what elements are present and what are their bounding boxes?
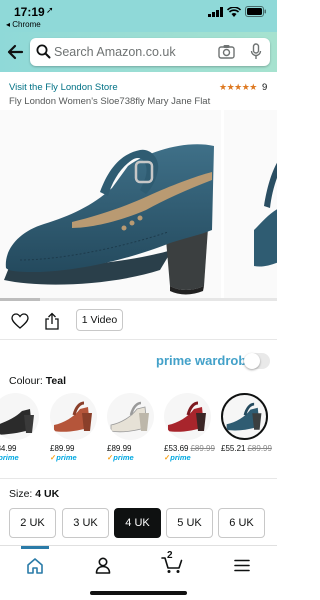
wishlist-button[interactable] — [8, 310, 32, 332]
active-tab-indicator — [21, 546, 49, 549]
store-link[interactable]: Visit the Fly London Store — [9, 82, 118, 93]
size-selection: Size: 4 UK — [9, 488, 59, 500]
prime-badge: ✓prime — [164, 453, 191, 462]
rating-count[interactable]: 9 — [262, 82, 267, 93]
prime-badge: ✓prime — [107, 453, 134, 462]
swatch-image — [164, 393, 211, 440]
product-actions: 1 Video — [0, 308, 277, 334]
menu-icon — [234, 559, 250, 571]
search-icon — [36, 44, 51, 59]
swatch-image — [0, 393, 39, 440]
prime-badge: ✓prime — [0, 453, 19, 462]
swatch-black[interactable]: £84.99 ✓prime — [0, 393, 42, 462]
colour-swatches: £84.99 ✓prime £89.99 ✓prime £89.99 ✓prim… — [0, 393, 277, 473]
search-input[interactable] — [54, 43, 204, 61]
size-option-4uk[interactable]: 4 UK — [114, 508, 161, 538]
teal-mary-jane-shoe-image — [4, 144, 215, 295]
prime-badge: ✓prime — [50, 453, 77, 462]
section-divider — [0, 478, 277, 479]
swatch-image — [50, 393, 97, 440]
search-header — [0, 32, 277, 72]
prime-wardrobe-toggle[interactable] — [244, 353, 270, 369]
swatch-price: £89.99 — [50, 444, 75, 453]
share-button[interactable] — [40, 310, 64, 332]
bottom-navigation: 2 — [0, 545, 277, 581]
share-icon — [45, 312, 59, 330]
product-image[interactable] — [0, 110, 221, 298]
swatch-image — [221, 393, 268, 440]
product-title: Fly London Women's Sloe738fly Mary Jane … — [9, 96, 211, 107]
swatch-off-white[interactable]: £89.99 ✓prime — [107, 393, 157, 462]
status-time: 17:19 — [14, 5, 45, 19]
size-value: 4 UK — [35, 488, 60, 500]
product-image-carousel[interactable] — [0, 110, 277, 298]
status-bar: 17:19 ➚ ◂ Chrome — [0, 0, 277, 32]
swatch-rust[interactable]: £89.99 ✓prime — [50, 393, 100, 462]
search-bar[interactable] — [30, 38, 270, 66]
battery-icon — [245, 6, 266, 17]
nav-menu[interactable] — [228, 552, 256, 578]
colour-selection: Colour: Teal — [9, 375, 66, 387]
home-indicator-bar — [90, 591, 187, 595]
account-icon — [95, 556, 111, 574]
prime-wardrobe-label: prime wardrobe — [156, 353, 254, 368]
heart-icon — [11, 313, 29, 329]
swatch-price: £53.69 £89.99 — [164, 444, 215, 453]
microphone-icon[interactable] — [250, 43, 262, 60]
size-option-2uk[interactable]: 2 UK — [9, 508, 56, 538]
location-arrow-icon: ➚ — [46, 5, 54, 15]
wifi-icon — [227, 6, 241, 17]
store-rating-row: Visit the Fly London Store ★★★★★ 9 — [0, 80, 277, 96]
cart-count-badge: 2 — [167, 550, 173, 561]
toggle-knob — [244, 353, 260, 369]
next-shoe-image — [254, 162, 277, 267]
carousel-position-thumb — [0, 298, 40, 301]
status-icons — [208, 6, 267, 17]
back-to-chrome-link[interactable]: ◂ Chrome — [6, 20, 41, 29]
swatch-image — [107, 393, 154, 440]
nav-account[interactable] — [89, 552, 117, 578]
swatch-teal[interactable]: £55.21 £89.99 — [221, 393, 272, 453]
swatch-price: £84.99 — [0, 444, 17, 453]
nav-home[interactable] — [21, 552, 49, 578]
signal-icon — [208, 6, 223, 17]
size-option-3uk[interactable]: 3 UK — [62, 508, 109, 538]
size-option-6uk[interactable]: 6 UK — [218, 508, 265, 538]
swatch-price: £55.21 £89.99 — [221, 444, 272, 453]
video-button[interactable]: 1 Video — [76, 309, 123, 331]
section-divider — [0, 339, 277, 340]
colour-label: Colour: — [9, 375, 43, 387]
nav-cart[interactable]: 2 — [158, 550, 186, 578]
home-icon — [27, 557, 43, 574]
star-rating[interactable]: ★★★★★ — [219, 82, 257, 93]
colour-value: Teal — [45, 375, 67, 387]
back-arrow-icon[interactable] — [6, 42, 24, 62]
size-options: 2 UK 3 UK 4 UK 5 UK 6 UK — [0, 508, 277, 540]
size-label: Size: — [9, 488, 33, 500]
swatch-red[interactable]: £53.69 £89.99 ✓prime — [164, 393, 215, 462]
next-product-image[interactable] — [224, 110, 277, 298]
camera-icon[interactable] — [218, 44, 235, 59]
carousel-scroll-indicator — [0, 298, 277, 301]
size-option-5uk[interactable]: 5 UK — [166, 508, 213, 538]
swatch-price: £89.99 — [107, 444, 132, 453]
